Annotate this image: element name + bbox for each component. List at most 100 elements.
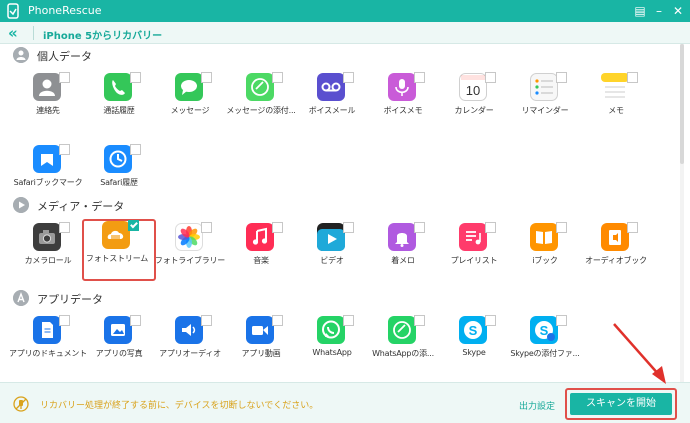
app-icon-tile bbox=[102, 221, 130, 249]
footer-bar: リカバリー処理が終了する前に、デバイスを切断しないでください。 出力設定 スキャ… bbox=[0, 382, 690, 423]
app-photo-icon bbox=[104, 316, 132, 344]
nav-divider bbox=[33, 26, 34, 40]
section-1: メディア・データ カメラロール フォトストリーム フォトライブラリー 音楽 ビデオ 着メロプ… bbox=[0, 197, 690, 293]
menu-icon[interactable]: ▤ bbox=[632, 3, 648, 19]
start-scan-button[interactable]: スキャンを開始 bbox=[570, 393, 672, 415]
video-icon bbox=[317, 223, 345, 251]
category-item-voice-memo[interactable]: ボイスメモ bbox=[368, 71, 438, 129]
item-checkbox[interactable] bbox=[343, 222, 354, 233]
category-item-app-audio[interactable]: アプリオーディオ bbox=[155, 314, 225, 372]
play-icon bbox=[13, 197, 29, 213]
output-settings-link[interactable]: 出力設定 bbox=[519, 399, 555, 412]
item-checkbox[interactable] bbox=[485, 72, 496, 83]
item-checkbox[interactable] bbox=[59, 315, 70, 326]
item-checkbox[interactable] bbox=[414, 222, 425, 233]
category-item-calendar[interactable]: 10 カレンダー bbox=[439, 71, 509, 129]
title-bar: PhoneRescue ▤ – ✕ bbox=[0, 0, 690, 22]
section-title: 個人データ bbox=[37, 50, 92, 63]
category-item-notes[interactable]: メモ bbox=[581, 71, 651, 129]
item-checkbox[interactable] bbox=[485, 222, 496, 233]
app-icon-tile bbox=[175, 73, 203, 101]
item-checkbox[interactable] bbox=[201, 222, 212, 233]
photos-icon bbox=[175, 223, 203, 251]
skype-attachment-icon: S bbox=[530, 316, 558, 344]
close-icon[interactable]: ✕ bbox=[670, 3, 686, 19]
item-checkbox[interactable] bbox=[201, 315, 212, 326]
item-checkbox[interactable] bbox=[627, 222, 638, 233]
category-item-message-attachment[interactable]: メッセージの添付... bbox=[226, 71, 296, 129]
item-checkbox[interactable] bbox=[128, 220, 139, 231]
category-item-music[interactable]: 音楽 bbox=[226, 221, 296, 279]
category-item-whatsapp-attachment[interactable]: WhatsAppの添... bbox=[368, 314, 438, 372]
category-item-whatsapp[interactable]: WhatsApp bbox=[297, 314, 367, 372]
item-checkbox[interactable] bbox=[414, 72, 425, 83]
svg-text:S: S bbox=[469, 323, 478, 338]
section-2: アプリデータ アプリのドキュメント アプリの写真 アプリオーディオ アプリ動画 Whats… bbox=[0, 290, 690, 382]
nav-bar: « iPhone 5からリカバリー bbox=[0, 22, 690, 44]
item-checkbox[interactable] bbox=[343, 72, 354, 83]
category-item-camera[interactable]: カメラロール bbox=[13, 221, 83, 279]
item-checkbox[interactable] bbox=[59, 144, 70, 155]
category-item-phone[interactable]: 通話履歴 bbox=[84, 71, 154, 129]
item-checkbox[interactable] bbox=[59, 72, 70, 83]
item-checkbox[interactable] bbox=[556, 315, 567, 326]
app-title: PhoneRescue bbox=[28, 4, 102, 17]
category-item-photostream[interactable]: フォトストリーム bbox=[82, 219, 156, 281]
app-document-icon bbox=[33, 316, 61, 344]
minimize-icon[interactable]: – bbox=[651, 3, 667, 19]
category-item-app-photo[interactable]: アプリの写真 bbox=[84, 314, 154, 372]
category-item-app-video[interactable]: アプリ動画 bbox=[226, 314, 296, 372]
app-icon-tile bbox=[388, 223, 416, 251]
item-checkbox[interactable] bbox=[343, 315, 354, 326]
app-icon-tile bbox=[33, 316, 61, 344]
category-item-skype[interactable]: S Skype bbox=[439, 314, 509, 372]
item-checkbox[interactable] bbox=[414, 315, 425, 326]
scrollbar-thumb[interactable] bbox=[680, 44, 684, 164]
contacts-icon bbox=[33, 73, 61, 101]
app-icon-tile bbox=[246, 223, 274, 251]
back-icon[interactable]: « bbox=[8, 24, 28, 42]
app-icon-tile bbox=[33, 73, 61, 101]
app-icon-tile bbox=[388, 73, 416, 101]
category-item-video[interactable]: ビデオ bbox=[297, 221, 367, 279]
category-item-playlist[interactable]: プレイリスト bbox=[439, 221, 509, 279]
category-item-safari-history[interactable]: Safari履歴 bbox=[84, 143, 154, 201]
category-item-reminders[interactable]: リマインダー bbox=[510, 71, 580, 129]
item-checkbox[interactable] bbox=[201, 72, 212, 83]
category-item-audiobook[interactable]: オーディオブック bbox=[581, 221, 651, 279]
item-checkbox[interactable] bbox=[59, 222, 70, 233]
item-label: オーディオブック bbox=[585, 256, 647, 265]
category-item-safari-bookmark[interactable]: Safariブックマーク bbox=[13, 143, 83, 201]
category-item-photos[interactable]: フォトライブラリー bbox=[155, 221, 225, 279]
whatsapp-icon bbox=[317, 316, 345, 344]
item-checkbox[interactable] bbox=[130, 72, 141, 83]
message-icon bbox=[175, 73, 203, 101]
item-checkbox[interactable] bbox=[272, 315, 283, 326]
app-icon-tile bbox=[317, 73, 345, 101]
category-item-voicemail[interactable]: ボイスメール bbox=[297, 71, 367, 129]
category-item-ibooks[interactable]: iブック bbox=[510, 221, 580, 279]
item-checkbox[interactable] bbox=[556, 72, 567, 83]
item-checkbox[interactable] bbox=[556, 222, 567, 233]
category-item-contacts[interactable]: 連絡先 bbox=[13, 71, 83, 129]
app-icon-tile bbox=[175, 316, 203, 344]
scrollbar[interactable] bbox=[680, 44, 684, 382]
music-icon bbox=[246, 223, 274, 251]
safari-bookmark-icon bbox=[33, 145, 61, 173]
item-checkbox[interactable] bbox=[485, 315, 496, 326]
item-checkbox[interactable] bbox=[130, 315, 141, 326]
category-item-message[interactable]: メッセージ bbox=[155, 71, 225, 129]
item-checkbox[interactable] bbox=[272, 72, 283, 83]
app-icon-tile bbox=[530, 73, 558, 101]
app-icon-tile bbox=[459, 223, 487, 251]
item-checkbox[interactable] bbox=[130, 144, 141, 155]
svg-text:10: 10 bbox=[466, 83, 480, 98]
category-item-ringtone[interactable]: 着メロ bbox=[368, 221, 438, 279]
item-checkbox[interactable] bbox=[627, 72, 638, 83]
item-checkbox[interactable] bbox=[272, 222, 283, 233]
app-icon-tile bbox=[246, 316, 274, 344]
notes-icon bbox=[601, 73, 629, 101]
category-item-app-document[interactable]: アプリのドキュメント bbox=[9, 314, 87, 372]
category-item-skype-attachment[interactable]: S Skypeの添付ファ... bbox=[510, 314, 580, 372]
app-icon-tile bbox=[388, 316, 416, 344]
